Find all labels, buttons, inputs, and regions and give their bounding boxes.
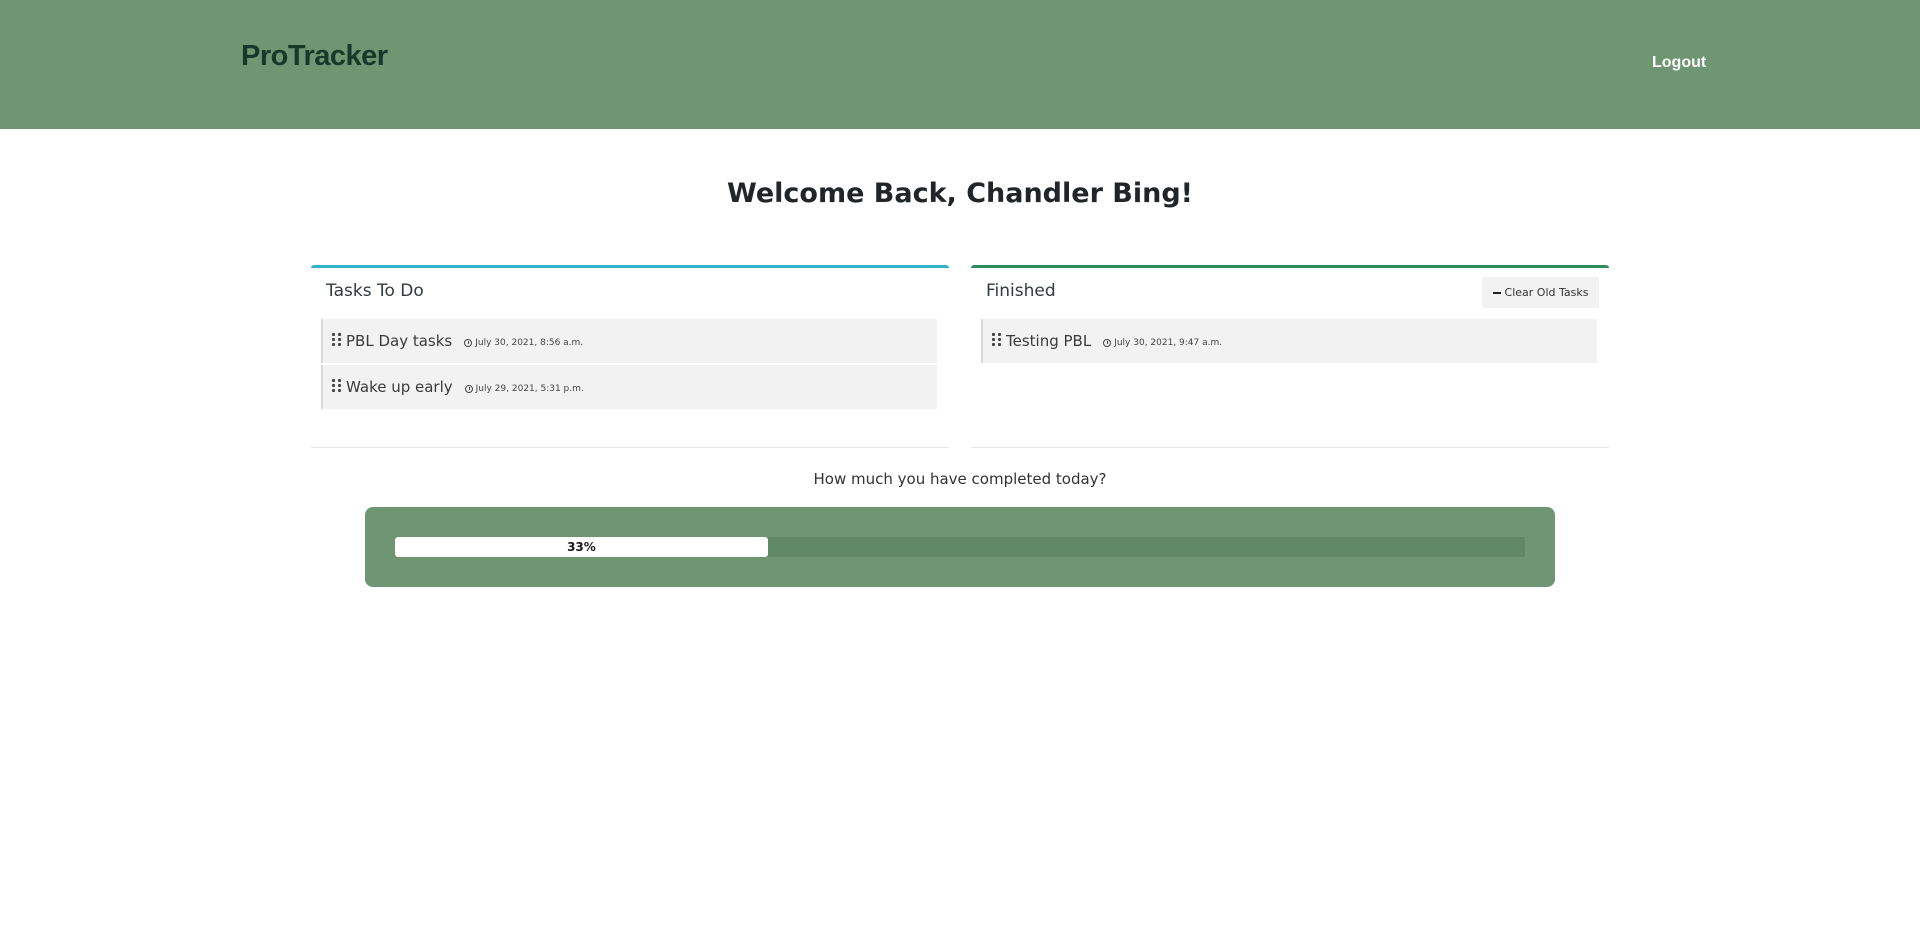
todo-task-item[interactable]: PBL Day tasks July 30, 2021, 8:56 a.m. bbox=[321, 319, 937, 363]
logout-link[interactable]: Logout bbox=[1652, 54, 1706, 72]
minus-icon bbox=[1492, 291, 1501, 294]
grip-vertical-icon[interactable] bbox=[992, 332, 1001, 346]
task-time-text: July 30, 2021, 8:56 a.m. bbox=[475, 337, 584, 348]
clock-icon bbox=[464, 384, 473, 393]
task-timestamp: July 30, 2021, 9:47 a.m. bbox=[1103, 338, 1222, 348]
progress-panel: 33% bbox=[365, 507, 1555, 587]
clock-icon bbox=[1103, 338, 1112, 347]
progress-bar: 33% bbox=[395, 537, 1525, 557]
task-time-text: July 29, 2021, 5:31 p.m. bbox=[475, 383, 584, 394]
todo-task-item[interactable]: Wake up early July 29, 2021, 5:31 p.m. bbox=[321, 365, 937, 409]
clear-old-tasks-label: Clear Old Tasks bbox=[1504, 286, 1589, 299]
grip-vertical-icon[interactable] bbox=[332, 378, 341, 392]
task-name: PBL Day tasks bbox=[346, 332, 453, 350]
task-time-text: July 30, 2021, 9:47 a.m. bbox=[1114, 337, 1223, 348]
app-logo[interactable]: ProTracker bbox=[241, 40, 388, 73]
tasks-to-do-title: Tasks To Do bbox=[326, 281, 424, 301]
finished-task-item[interactable]: Testing PBL July 30, 2021, 9:47 a.m. bbox=[981, 319, 1597, 363]
progress-bar-fill: 33% bbox=[395, 537, 768, 557]
welcome-heading: Welcome Back, Chandler Bing! bbox=[727, 178, 1193, 209]
finished-card: Finished Clear Old Tasks Testing PBL Jul… bbox=[971, 265, 1609, 448]
tasks-to-do-card: Tasks To Do PBL Day tasks July 30, 2021,… bbox=[311, 265, 949, 448]
task-name: Testing PBL bbox=[1006, 332, 1092, 350]
clear-old-tasks-button[interactable]: Clear Old Tasks bbox=[1482, 277, 1599, 308]
progress-question: How much you have completed today? bbox=[813, 470, 1107, 488]
top-navbar: ProTracker Logout bbox=[0, 0, 1920, 129]
task-timestamp: July 29, 2021, 5:31 p.m. bbox=[464, 383, 584, 394]
task-timestamp: July 30, 2021, 8:56 a.m. bbox=[464, 338, 583, 348]
clock-icon bbox=[464, 338, 473, 347]
grip-vertical-icon[interactable] bbox=[332, 332, 341, 346]
finished-title: Finished bbox=[986, 281, 1056, 301]
task-name: Wake up early bbox=[346, 378, 453, 396]
progress-percent: 33% bbox=[567, 540, 596, 554]
